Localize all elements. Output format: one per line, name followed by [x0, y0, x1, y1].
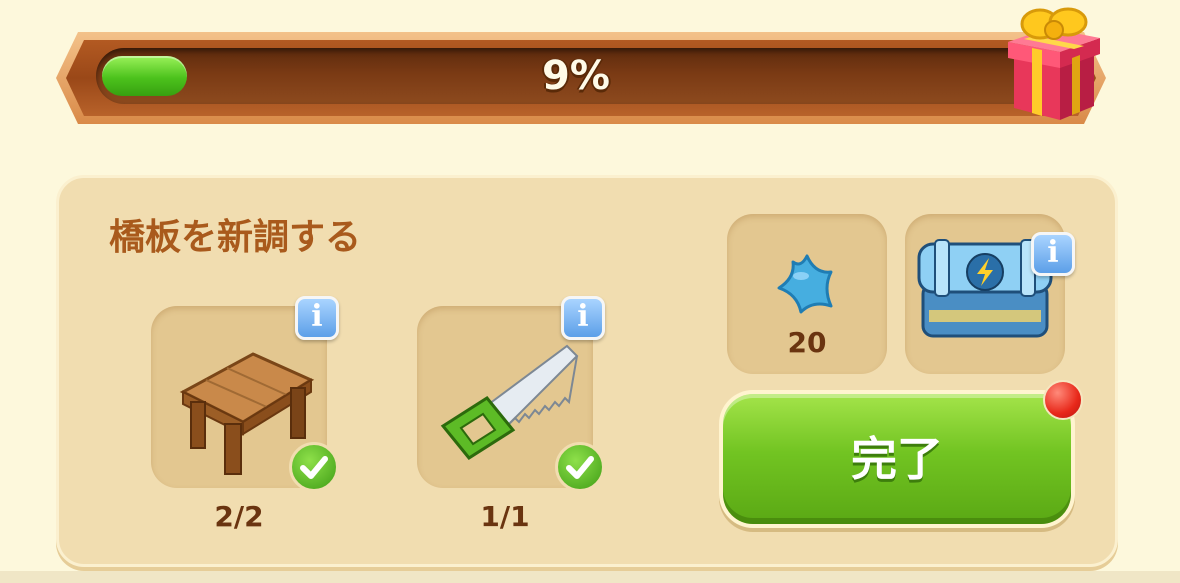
reward-slot-chest[interactable]: i [905, 214, 1075, 374]
task-panel: 橋板を新調する i 2/2 i 1/1 20 i 完了 [56, 175, 1118, 567]
checkmark-icon [289, 442, 339, 492]
reward-slot-star[interactable]: 20 [727, 214, 887, 374]
requirement-slot-saw[interactable]: i [417, 296, 605, 492]
bottom-edge [0, 571, 1180, 583]
info-icon[interactable]: i [295, 296, 339, 340]
complete-button[interactable]: 完了 [719, 390, 1075, 528]
info-icon[interactable]: i [1031, 232, 1075, 276]
progress-percent-label: 9% [542, 53, 610, 99]
requirement-count-table: 2/2 [214, 500, 264, 533]
progress-track: 9% [96, 48, 1056, 104]
reward-amount-star: 20 [787, 326, 827, 359]
gift-box-icon[interactable] [1002, 2, 1102, 122]
progress-bar: 9% [56, 7, 1118, 124]
requirement-slot-table[interactable]: i [151, 296, 339, 492]
task-title: 橋板を新調する [109, 217, 362, 258]
checkmark-icon [555, 442, 605, 492]
complete-button-label: 完了 [723, 394, 1071, 524]
notification-dot [1043, 380, 1083, 420]
info-icon[interactable]: i [561, 296, 605, 340]
requirement-count-saw: 1/1 [480, 500, 530, 533]
